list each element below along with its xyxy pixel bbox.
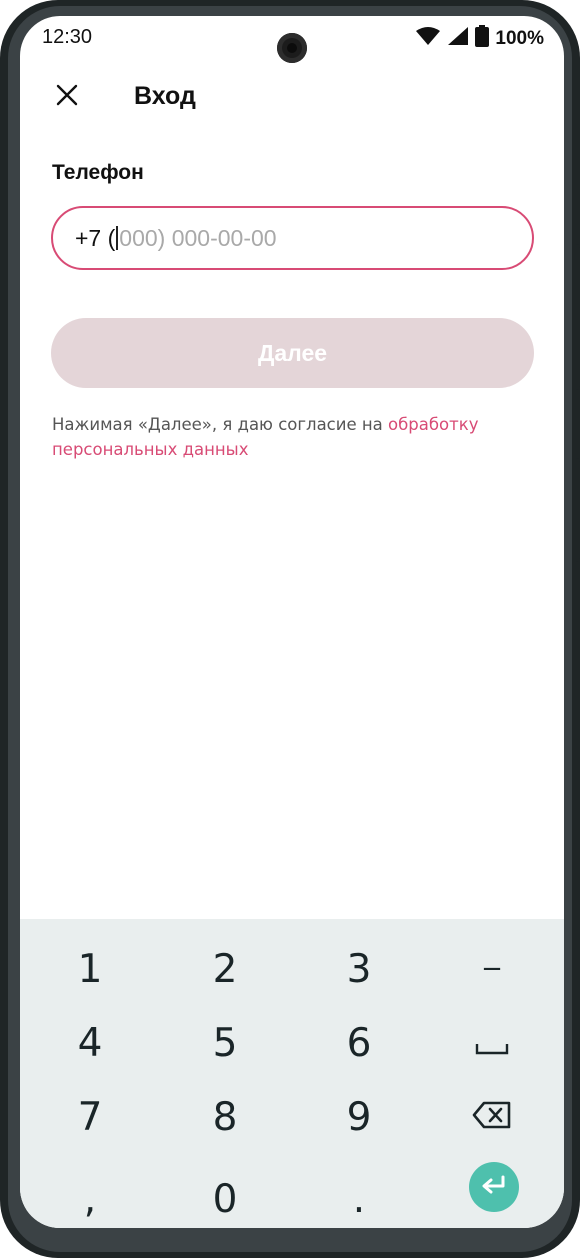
- wifi-icon: [415, 26, 441, 51]
- status-time: 12:30: [42, 26, 93, 48]
- key-4[interactable]: 4: [30, 1008, 150, 1078]
- enter-key[interactable]: [469, 1162, 519, 1212]
- key-6[interactable]: 6: [299, 1008, 419, 1078]
- numeric-keyboard: 1 2 3 − 4 5 6 7 8 9 , 0 .: [20, 919, 564, 1228]
- key-dot[interactable]: .: [299, 1164, 419, 1228]
- phone-input[interactable]: +7 (000) 000-00-00: [51, 206, 534, 270]
- battery-percent: 100%: [495, 27, 544, 49]
- phone-label: Телефон: [52, 161, 144, 184]
- consent-text: Нажимая «Далее», я даю согласие на обраб…: [52, 412, 522, 462]
- phone-placeholder: 000) 000-00-00: [119, 224, 277, 251]
- volume-button: [572, 458, 580, 562]
- signal-icon: [447, 26, 469, 51]
- consent-prefix: Нажимая «Далее», я даю согласие на: [52, 415, 389, 434]
- key-comma[interactable]: ,: [30, 1164, 150, 1228]
- enter-icon: [480, 1174, 508, 1201]
- key-minus[interactable]: −: [432, 934, 552, 1004]
- device-frame: 12:30 100% Вход Телефон +7 (000) 000-00…: [0, 0, 580, 1258]
- key-5[interactable]: 5: [165, 1008, 285, 1078]
- backspace-icon: [472, 1095, 512, 1140]
- key-space[interactable]: [432, 1008, 552, 1078]
- status-bar: 12:30 100%: [20, 16, 564, 63]
- key-7[interactable]: 7: [30, 1082, 150, 1152]
- key-9[interactable]: 9: [299, 1082, 419, 1152]
- screen: 12:30 100% Вход Телефон +7 (000) 000-00…: [20, 16, 564, 1228]
- page-title: Вход: [134, 82, 196, 110]
- key-backspace[interactable]: [432, 1082, 552, 1152]
- front-camera: [277, 33, 307, 63]
- battery-icon: [475, 25, 490, 52]
- power-button: [572, 244, 580, 390]
- close-button[interactable]: [50, 80, 84, 114]
- key-2[interactable]: 2: [165, 934, 285, 1004]
- key-0[interactable]: 0: [165, 1164, 285, 1228]
- space-icon: [475, 1021, 509, 1066]
- key-3[interactable]: 3: [299, 934, 419, 1004]
- next-button[interactable]: Далее: [51, 318, 534, 388]
- phone-prefix: +7 (: [75, 224, 116, 251]
- close-icon: [56, 84, 78, 111]
- key-8[interactable]: 8: [165, 1082, 285, 1152]
- status-icons: 100%: [415, 25, 544, 52]
- app-bar: Вход: [20, 74, 564, 118]
- key-1[interactable]: 1: [30, 934, 150, 1004]
- text-caret: [116, 226, 119, 250]
